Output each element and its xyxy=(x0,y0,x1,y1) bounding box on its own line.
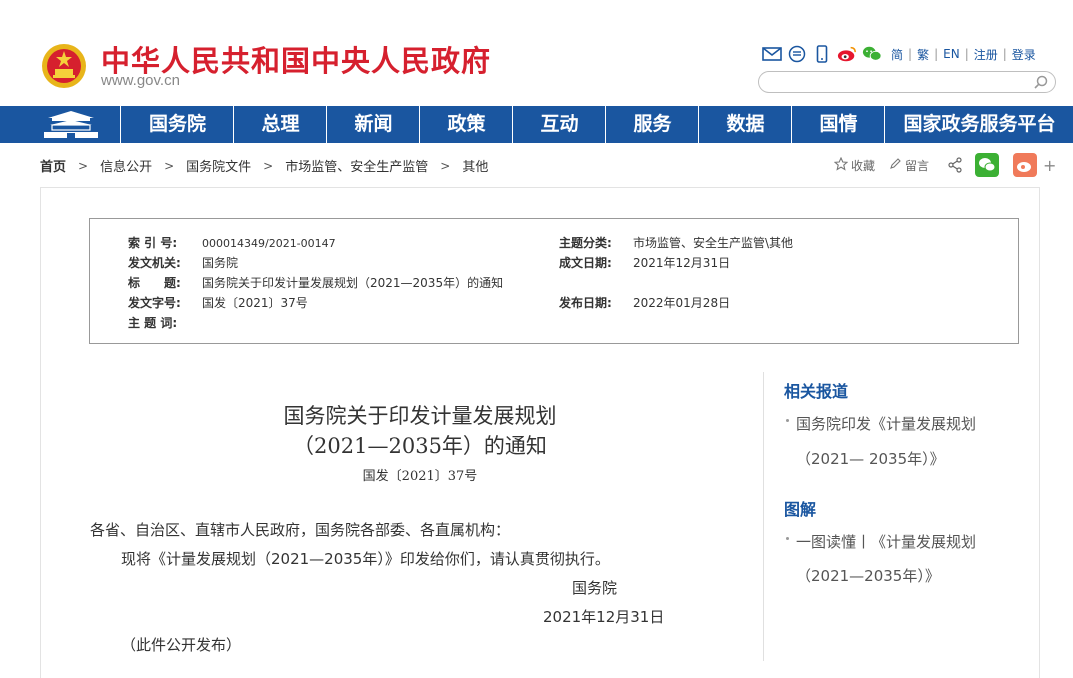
meta-label: 发文字号: xyxy=(128,296,181,310)
bullet xyxy=(786,537,789,540)
star-icon xyxy=(833,156,849,174)
meta-publish-date: 发布日期: 2022年01月28日 xyxy=(559,294,730,311)
meta-value: 国务院关于印发计量发展规划（2021—2035年）的通知 xyxy=(202,276,504,290)
meta-label: 发布日期: xyxy=(559,296,612,310)
meta-label: 索 引 号: xyxy=(128,236,178,250)
search-icon[interactable] xyxy=(1033,74,1049,90)
login-link[interactable]: 登录 xyxy=(1012,46,1036,63)
weibo-share-icon[interactable] xyxy=(1013,153,1038,177)
nav-item-national-info[interactable]: 国情 xyxy=(791,106,885,143)
nav-item-premier[interactable]: 总理 xyxy=(233,106,327,143)
document-number: 国发〔2021〕37号 xyxy=(362,469,478,484)
signer: 国务院 xyxy=(572,579,618,597)
language-links: 简 | 繁 | EN | 注册 | 登录 xyxy=(891,46,1036,63)
related-link-cont[interactable]: （2021— 2035年）》 xyxy=(796,448,945,469)
meta-doc-number: 发文字号: 国发〔2021〕37号 xyxy=(128,294,308,311)
lang-english-link[interactable]: EN xyxy=(943,47,960,61)
meta-value: 国务院 xyxy=(202,256,239,270)
separator: | xyxy=(1002,47,1007,61)
main-nav: 国务院 总理 新闻 政策 互动 服务 数据 国情 国家政务服务平台 xyxy=(0,106,1073,143)
nav-item-data[interactable]: 数据 xyxy=(698,106,792,143)
nav-item-interaction[interactable]: 互动 xyxy=(512,106,606,143)
weibo-icon[interactable] xyxy=(837,44,857,64)
meta-value: 2021年12月31日 xyxy=(633,256,731,270)
more-share-button[interactable]: + xyxy=(1043,156,1056,175)
national-emblem-icon[interactable] xyxy=(40,42,88,90)
publish-note: （此件公开发布） xyxy=(121,636,242,654)
sign-date: 2021年12月31日 xyxy=(543,608,665,626)
register-link[interactable]: 注册 xyxy=(974,46,998,63)
rss-icon[interactable] xyxy=(787,44,807,64)
meta-label: 标 题: xyxy=(128,276,181,290)
comment-button[interactable]: 留言 xyxy=(889,157,929,174)
document-metadata: 索 引 号: 000014349/2021-00147 主题分类: 市场监管、安全生… xyxy=(89,218,1019,344)
favorite-button[interactable]: 收藏 xyxy=(833,156,876,174)
nav-item-gov-service-platform[interactable]: 国家政务服务平台 xyxy=(884,106,1073,143)
breadcrumb: 首页 > 信息公开 > 国务院文件 > 市场监管、安全生产监管 > 其他 xyxy=(40,156,488,176)
breadcrumb-item[interactable]: 信息公开 xyxy=(100,156,152,175)
meta-value: 国发〔2021〕37号 xyxy=(202,296,308,310)
nav-item-services[interactable]: 服务 xyxy=(605,106,699,143)
pen-icon xyxy=(889,157,902,173)
breadcrumb-item[interactable]: 国务院文件 xyxy=(186,156,251,175)
nav-item-policy[interactable]: 政策 xyxy=(419,106,513,143)
comment-label: 留言 xyxy=(905,158,930,173)
meta-topic: 主题分类: 市场监管、安全生产监管\其他 xyxy=(559,234,793,251)
meta-label: 主题分类: xyxy=(559,236,612,250)
wechat-share-icon[interactable] xyxy=(975,153,1000,177)
addressee: 各省、自治区、直辖市人民政府，国务院各部委、各直属机构： xyxy=(90,521,511,539)
meta-value: 2022年01月28日 xyxy=(633,296,731,310)
breadcrumb-home[interactable]: 首页 xyxy=(40,156,66,175)
related-link[interactable]: 国务院印发《计量发展规划 xyxy=(796,413,976,434)
lang-simplified-link[interactable]: 简 xyxy=(891,46,903,63)
related-reports-heading: 相关报道 xyxy=(784,382,849,401)
search-input[interactable] xyxy=(758,71,1056,93)
body-paragraph: 现将《计量发展规划（2021—2035年）》印发给你们，请认真贯彻执行。 xyxy=(121,550,610,568)
meta-date-written: 成文日期: 2021年12月31日 xyxy=(559,254,730,271)
bullet xyxy=(786,419,789,422)
site-url[interactable]: www.gov.cn xyxy=(101,72,180,89)
breadcrumb-item[interactable]: 其他 xyxy=(462,156,488,175)
mail-icon[interactable] xyxy=(762,44,782,64)
meta-value: 000014349/2021-00147 xyxy=(202,237,336,250)
wechat-icon[interactable] xyxy=(862,44,882,64)
separator: | xyxy=(934,47,939,61)
share-icon[interactable] xyxy=(947,157,963,173)
document-title-line2: （2021—2035年）的通知 xyxy=(293,434,547,458)
diagram-heading: 图解 xyxy=(784,500,817,519)
breadcrumb-arrow: > xyxy=(164,158,175,173)
breadcrumb-arrow: > xyxy=(263,158,274,173)
share-toolbar: 收藏 留言 + xyxy=(833,153,1056,177)
meta-label: 发文机关: xyxy=(128,256,181,270)
mobile-icon[interactable] xyxy=(812,44,832,64)
meta-title: 标 题: 国务院关于印发计量发展规划（2021—2035年）的通知 xyxy=(128,274,503,291)
separator: | xyxy=(908,47,913,61)
meta-keywords: 主 题 词: xyxy=(128,314,202,331)
meta-issuer: 发文机关: 国务院 xyxy=(128,254,238,271)
tiananmen-icon[interactable] xyxy=(40,106,102,143)
sidebar-divider xyxy=(763,372,764,661)
diagram-link[interactable]: 一图读懂丨《计量发展规划 xyxy=(796,531,976,552)
breadcrumb-arrow: > xyxy=(440,158,451,173)
breadcrumb-arrow: > xyxy=(78,158,89,173)
meta-value: 市场监管、安全生产监管\其他 xyxy=(633,236,794,250)
diagram-link-cont[interactable]: （2021—2035年）》 xyxy=(796,565,940,586)
meta-label: 成文日期: xyxy=(559,256,612,270)
document-title-line1: 国务院关于印发计量发展规划 xyxy=(283,404,557,428)
nav-item-state-council[interactable]: 国务院 xyxy=(120,106,234,143)
breadcrumb-item[interactable]: 市场监管、安全生产监管 xyxy=(285,156,428,175)
lang-traditional-link[interactable]: 繁 xyxy=(917,46,929,63)
meta-index: 索 引 号: 000014349/2021-00147 xyxy=(128,234,336,251)
favorite-label: 收藏 xyxy=(851,158,876,173)
nav-item-news[interactable]: 新闻 xyxy=(326,106,420,143)
meta-label: 主 题 词: xyxy=(128,316,178,330)
separator: | xyxy=(964,47,969,61)
top-toolbar: 简 | 繁 | EN | 注册 | 登录 xyxy=(762,44,1036,64)
